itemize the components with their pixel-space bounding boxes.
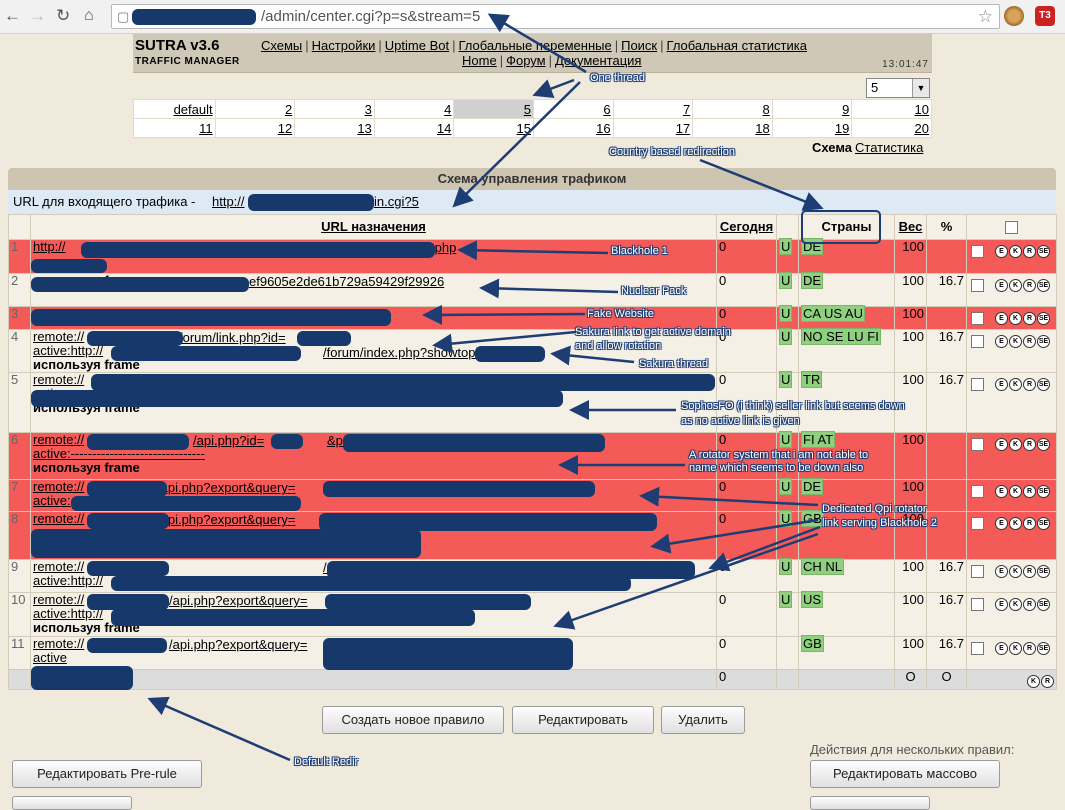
annotation-sophos2: as no active link is given bbox=[681, 415, 800, 427]
annotation-country-redirection: Country based redirection bbox=[609, 146, 735, 158]
annotation-arrow bbox=[699, 158, 824, 211]
annotation-nuclear: Nuclear Pack bbox=[621, 285, 687, 297]
annotation-one-thread: One thread bbox=[590, 72, 646, 84]
annotation-default-redir: Default Redir bbox=[294, 756, 359, 768]
annotation-rotator2: name which seems to be down also bbox=[689, 462, 864, 474]
annotation-rotator: A rotator system that i am not able to bbox=[689, 449, 869, 461]
annotation-sakura-link2: and allow rotation bbox=[575, 340, 662, 352]
annotation-arrow bbox=[550, 345, 635, 366]
annotation-dedicated: Dedicated Qpi rotator bbox=[822, 503, 927, 515]
country-highlight-box bbox=[801, 210, 881, 244]
annotation-arrow bbox=[479, 278, 619, 299]
annotation-arrow bbox=[452, 81, 581, 208]
annotation-arrow bbox=[457, 240, 609, 261]
annotation-arrow bbox=[432, 330, 577, 354]
annotation-arrow bbox=[639, 486, 819, 507]
annotation-dedicated2: link serving Blackhole 2 bbox=[822, 517, 937, 529]
annotation-arrow bbox=[553, 532, 819, 630]
annotation-arrow bbox=[147, 696, 291, 762]
annotation-arrow bbox=[422, 304, 586, 325]
annotation-arrows bbox=[147, 13, 824, 762]
annotation-sophos: SophosFO (i think) seller link but seems… bbox=[681, 400, 905, 412]
annotation-sakura-thread: Sakura thread bbox=[639, 358, 709, 370]
annotation-fake: Fake Website bbox=[587, 308, 655, 320]
annotation-blackhole1: Blackhole 1 bbox=[611, 245, 668, 257]
annotation-sakura-link: Sakura link to get active domain bbox=[575, 326, 731, 338]
annotation-arrow bbox=[487, 13, 587, 74]
